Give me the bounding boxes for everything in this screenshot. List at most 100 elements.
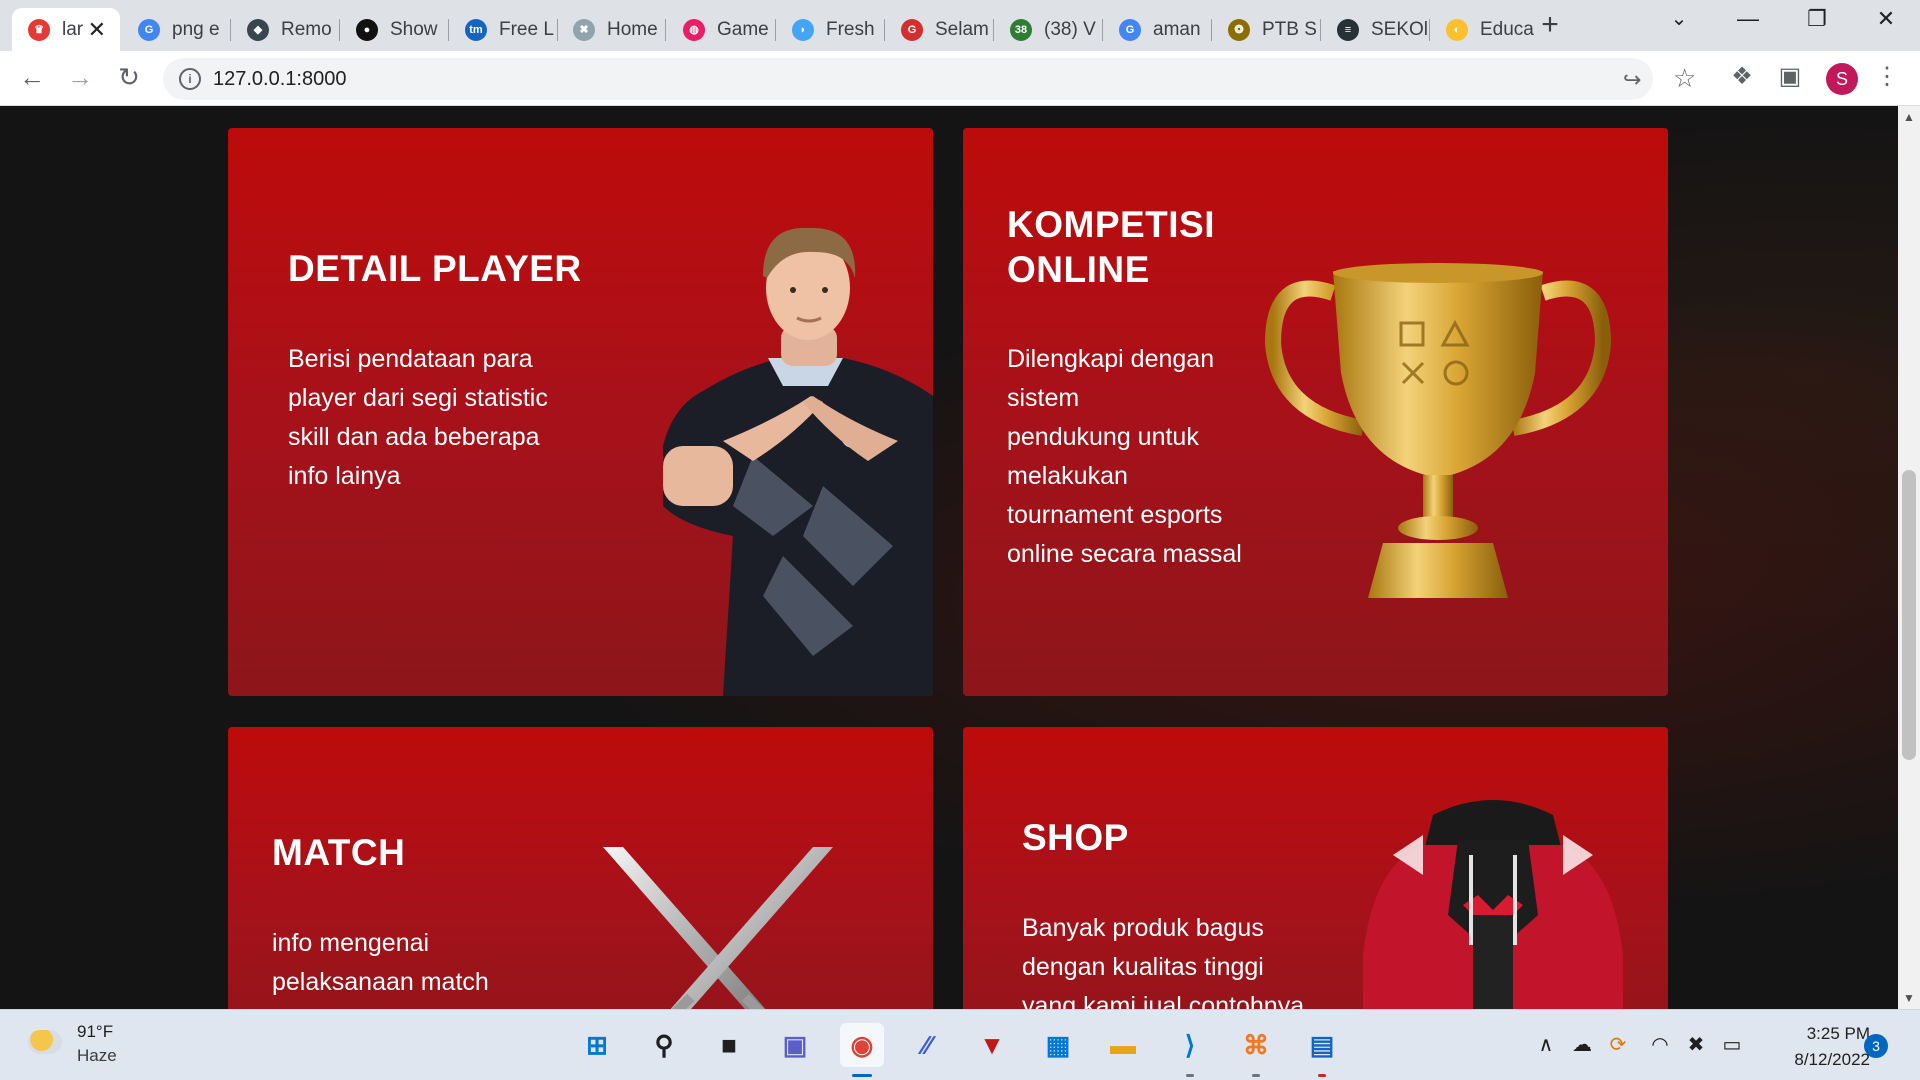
scroll-up-arrow-icon[interactable]: ▲ — [1898, 110, 1920, 124]
close-tab-icon[interactable]: ✕ — [88, 17, 106, 43]
browser-tab[interactable]: G Selam — [885, 8, 993, 51]
browser-tab[interactable]: ◗ Fresh — [776, 8, 884, 51]
tab-search-icon[interactable]: ⌄ — [1659, 6, 1699, 31]
extensions-icon[interactable]: ❖ — [1725, 62, 1759, 91]
tab-favicon-icon: 38 — [1010, 18, 1032, 41]
card-description-line: pendukung untuk — [1007, 423, 1199, 451]
wifi-icon[interactable]: ◠ — [1646, 1032, 1674, 1057]
onedrive-cloud-icon[interactable]: ☁ — [1568, 1032, 1596, 1057]
tab-favicon-icon: G — [901, 18, 923, 41]
tab-favicon-icon: ◍ — [683, 18, 705, 41]
running-indicator — [1252, 1074, 1260, 1077]
card-description: Dilengkapi dengan sistem pendukung untuk… — [1007, 340, 1297, 574]
url-text[interactable]: 127.0.0.1:8000 — [213, 68, 346, 91]
weather-description[interactable]: Haze — [77, 1046, 117, 1066]
file-explorer-icon[interactable]: ▬ — [1101, 1023, 1145, 1067]
card-description-line: melakukan — [1007, 462, 1128, 490]
app-blue-icon[interactable]: ▤ — [1300, 1023, 1344, 1067]
card-description: info mengenai pelaksanaan match — [272, 924, 572, 1002]
mcafee-icon[interactable]: ▼ — [970, 1023, 1014, 1067]
address-bar[interactable]: i 127.0.0.1:8000 ↪ ☆ — [163, 58, 1696, 100]
browser-tab[interactable]: 38 (38) V — [994, 8, 1102, 51]
task-view-icon[interactable]: ■ — [707, 1023, 751, 1067]
share-icon[interactable]: ↪ — [1623, 67, 1641, 93]
tab-title: Educa — [1480, 18, 1534, 40]
start-icon[interactable]: ⊞ — [575, 1023, 619, 1067]
xampp-icon[interactable]: ⌘ — [1234, 1023, 1278, 1067]
sync-icon[interactable]: ⟳ — [1604, 1032, 1632, 1057]
page-scrollbar[interactable]: ▲ ▼ — [1898, 106, 1920, 1009]
store-icon[interactable]: ▦ — [1036, 1023, 1080, 1067]
tab-title: Selam — [935, 18, 989, 40]
bookmark-star-icon[interactable]: ☆ — [1673, 63, 1696, 94]
windows-taskbar: 91°F Haze ∧ ☁ ⟳ ◠ ✖ ▭ 3:25 PM 8/12/2022 … — [0, 1009, 1920, 1080]
battery-icon[interactable]: ▭ — [1718, 1032, 1746, 1057]
vscode-icon[interactable]: ⟩ — [1168, 1023, 1212, 1067]
card-title-line: KOMPETISI — [1007, 204, 1216, 245]
chrome-icon[interactable]: ◉ — [840, 1023, 884, 1067]
browser-tab[interactable]: ✖ Home — [557, 8, 665, 51]
browser-tab[interactable]: Gaman — [1103, 8, 1211, 51]
card-description-line: skill dan ada beberapa — [288, 423, 540, 451]
card-title-line: ONLINE — [1007, 249, 1150, 290]
close-window-button[interactable]: ✕ — [1866, 6, 1906, 32]
tab-favicon-icon: ≡ — [1337, 18, 1359, 41]
minimize-button[interactable]: — — [1728, 6, 1768, 32]
browser-tab[interactable]: ● Show — [340, 8, 448, 51]
clock-time[interactable]: 3:25 PM — [1780, 1024, 1870, 1044]
feature-card-shop[interactable]: SHOP Banyak produk bagus dengan kualitas… — [963, 727, 1668, 1009]
notification-badge[interactable]: 3 — [1864, 1034, 1888, 1058]
forward-button[interactable]: → — [62, 62, 98, 93]
site-info-icon[interactable]: i — [179, 68, 201, 90]
tab-title: Fresh — [826, 18, 875, 40]
feature-card-kompetisi-online[interactable]: KOMPETISI ONLINE Dilengkapi dengan siste… — [963, 128, 1668, 696]
app-icon[interactable]: ∕∕ — [905, 1023, 949, 1067]
hoodie-image — [1363, 800, 1623, 1009]
card-description-line: info mengenai — [272, 929, 430, 957]
card-description-line: Dilengkapi dengan — [1007, 345, 1215, 373]
weather-icon[interactable] — [28, 1030, 62, 1054]
card-description-line: Banyak produk bagus — [1022, 914, 1264, 942]
page-viewport: DETAIL PLAYER Berisi pendataan para play… — [0, 106, 1898, 1009]
card-title: KOMPETISI ONLINE — [1007, 202, 1215, 292]
profile-avatar[interactable]: S — [1826, 63, 1858, 95]
weather-temperature[interactable]: 91°F — [77, 1022, 113, 1042]
search-icon[interactable]: ⚲ — [642, 1023, 686, 1067]
back-button[interactable]: ← — [14, 62, 50, 93]
browser-tab[interactable]: tm Free L — [449, 8, 557, 51]
player-photo — [663, 227, 933, 696]
browser-tab[interactable]: ◍ Game — [667, 8, 775, 51]
tab-favicon-icon: G — [138, 18, 160, 41]
browser-tab[interactable]: Gpng e — [122, 8, 230, 51]
tab-separator — [665, 19, 666, 41]
scroll-down-arrow-icon[interactable]: ▼ — [1898, 991, 1920, 1005]
running-indicator — [852, 1074, 872, 1077]
feature-card-match[interactable]: MATCH info mengenai pelaksanaan match — [228, 727, 933, 1009]
tab-favicon-icon: tm — [465, 18, 487, 41]
volume-muted-icon[interactable]: ✖ — [1682, 1032, 1710, 1057]
side-panel-icon[interactable]: ▣ — [1773, 62, 1807, 91]
card-description-line: pelaksanaan match — [272, 968, 489, 996]
tab-title: Game — [717, 18, 769, 40]
tab-favicon-icon: ❂ — [1228, 18, 1250, 41]
menu-icon[interactable]: ⋮ — [1870, 62, 1904, 91]
browser-tab[interactable]: ◐ Educa — [1430, 8, 1534, 51]
feature-card-detail-player[interactable]: DETAIL PLAYER Berisi pendataan para play… — [228, 128, 933, 696]
show-hidden-icons-chevron-icon[interactable]: ∧ — [1532, 1032, 1560, 1057]
tab-favicon-icon: ♛ — [28, 18, 50, 41]
browser-tab[interactable]: ◆ Remo — [231, 8, 339, 51]
chat-icon[interactable]: ▣ — [773, 1023, 817, 1067]
tab-title: Remo — [281, 18, 332, 40]
browser-tab[interactable]: ♛ lar ✕ — [12, 8, 120, 51]
tab-favicon-icon: ◗ — [792, 18, 814, 41]
tab-strip: + ⌄ — ❐ ✕ ♛ lar ✕ Gpng e ◆ Remo ● Show tm Free L ✖… — [0, 0, 1920, 51]
clock-date[interactable]: 8/12/2022 — [1780, 1050, 1870, 1070]
browser-tab[interactable]: ❂ PTB S — [1212, 8, 1320, 51]
scrollbar-thumb[interactable] — [1902, 470, 1916, 760]
tab-title: Free L — [499, 18, 554, 40]
running-indicator — [1186, 1074, 1194, 1077]
reload-button[interactable]: ↻ — [111, 62, 147, 93]
restore-button[interactable]: ❐ — [1797, 6, 1837, 32]
browser-tab[interactable]: ≡ SEKOl — [1321, 8, 1429, 51]
new-tab-button[interactable]: + — [1533, 8, 1567, 42]
